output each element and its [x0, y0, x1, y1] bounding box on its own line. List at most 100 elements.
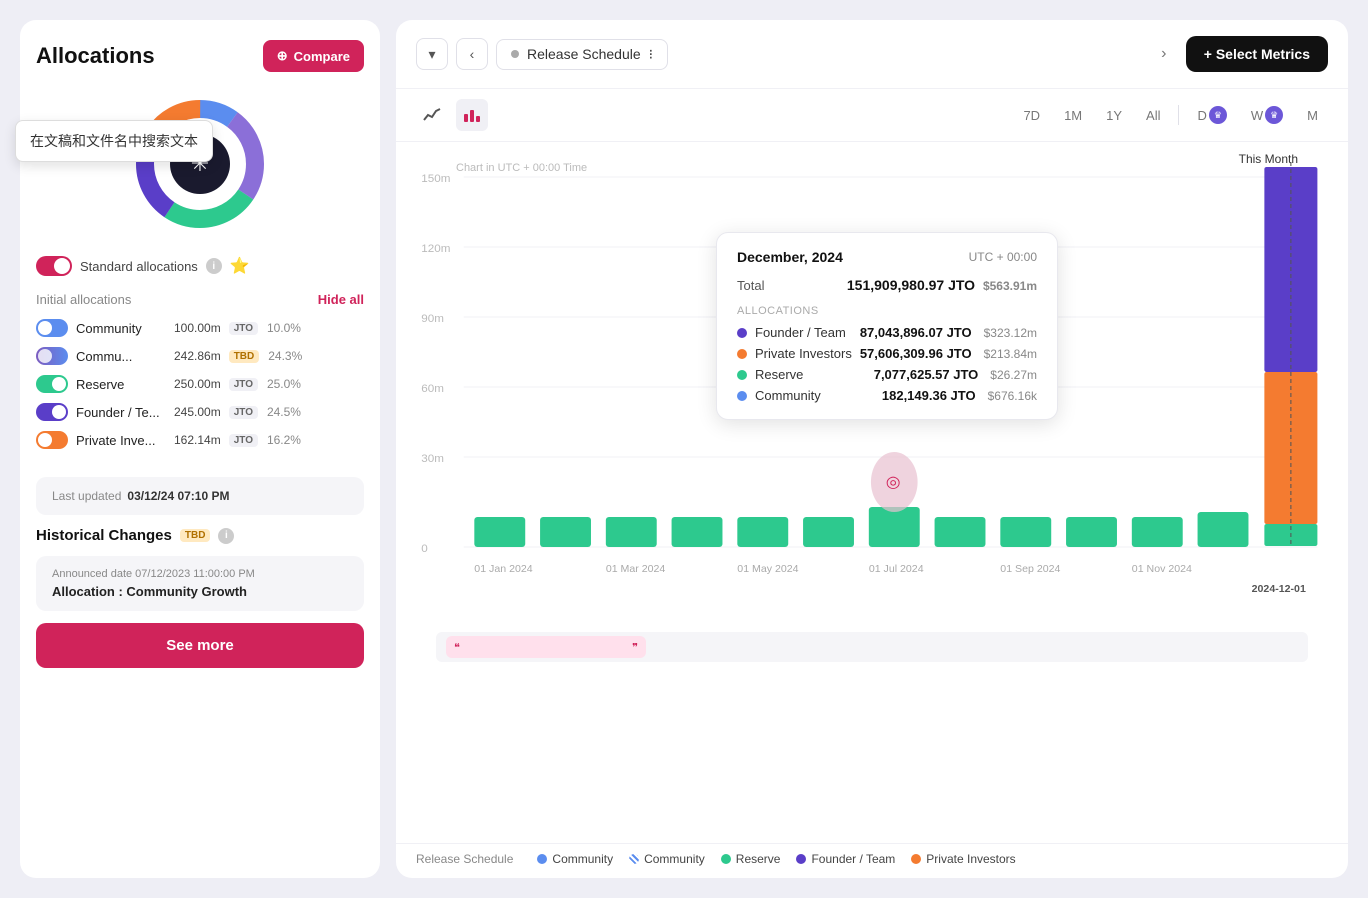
legend-item-reserve: Reserve	[721, 852, 781, 866]
tooltip-alloc-header: Allocations	[737, 305, 1037, 317]
private-dot	[737, 349, 747, 359]
tooltip-alloc-list: Founder / Team 87,043,896.07 JTO $323.12…	[737, 325, 1037, 403]
tooltip-date: December, 2024	[737, 249, 843, 265]
std-alloc-star: ⭐	[230, 256, 250, 276]
all-button[interactable]: All	[1136, 103, 1170, 128]
hide-all-button[interactable]: Hide all	[318, 292, 364, 307]
see-more-button[interactable]: See more	[36, 623, 364, 668]
std-alloc-toggle[interactable]	[36, 256, 72, 276]
std-alloc-info-icon: i	[206, 258, 222, 274]
private-toggle[interactable]	[36, 431, 68, 449]
legend-item-founder: Founder / Team	[796, 852, 895, 866]
donut-chart-area: ✳	[36, 84, 364, 244]
hist-date: Announced date 07/12/2023 11:00:00 PM	[52, 568, 348, 580]
community-dot	[737, 391, 747, 401]
alloc-item-founder: Founder / Te... 245.00m JTO 24.5%	[36, 403, 364, 421]
founder-toggle[interactable]	[36, 403, 68, 421]
founder-name: Founder / Te...	[76, 405, 166, 420]
7d-button[interactable]: 7D	[1013, 103, 1050, 128]
w-crown-button[interactable]: W ♛	[1241, 101, 1293, 129]
svg-text:90m: 90m	[421, 313, 444, 325]
founder-pct: 24.5%	[266, 405, 301, 419]
m-button[interactable]: M	[1297, 103, 1328, 128]
w-crown-badge: ♛	[1265, 106, 1283, 124]
scroll-left-handle[interactable]: ❝	[454, 641, 460, 654]
svg-text:01 May 2024: 01 May 2024	[737, 564, 799, 575]
left-header: Allocations ⊕ Compare	[36, 40, 364, 72]
d-crown-badge: ♛	[1209, 106, 1227, 124]
chart-tooltip: December, 2024 UTC + 00:00 Total 151,909…	[716, 232, 1058, 420]
commu-tbd-pct: 24.3%	[267, 349, 302, 363]
chart-controls: 7D 1M 1Y All D ♛ W ♛ M	[396, 89, 1348, 142]
community-token: JTO	[229, 322, 258, 335]
top-bar: ▾ ‹ Release Schedule ⁝ › + Select Metric…	[396, 20, 1348, 89]
last-updated-box: Last updated 03/12/24 07:10 PM	[36, 477, 364, 515]
private-name: Private Inve...	[76, 433, 166, 448]
chart-legend: Release Schedule Community Community Res…	[396, 843, 1348, 878]
left-panel: Allocations ⊕ Compare 在文稿和文件名中搜索文本	[20, 20, 380, 878]
tooltip-item-founder: Founder / Team 87,043,896.07 JTO $323.12…	[737, 325, 1037, 340]
historical-info-icon: i	[218, 528, 234, 544]
historical-tbd-badge: TBD	[180, 529, 211, 542]
select-metrics-button[interactable]: + Select Metrics	[1186, 36, 1328, 72]
compare-button[interactable]: ⊕ Compare	[263, 40, 364, 72]
bar-chart-button[interactable]	[456, 99, 488, 131]
community-toggle[interactable]	[36, 319, 68, 337]
commu-tbd-toggle[interactable]	[36, 347, 68, 365]
founder-dot	[737, 328, 747, 338]
svg-text:60m: 60m	[421, 383, 444, 395]
svg-text:01 Jul 2024: 01 Jul 2024	[869, 564, 924, 575]
legend-reserve-dot	[721, 854, 731, 864]
tooltip-total-label: Total	[737, 278, 764, 293]
legend-private-dot	[911, 854, 921, 864]
donut-chart: ✳	[130, 94, 270, 234]
svg-text:30m: 30m	[421, 453, 444, 465]
legend-community-solid-dot	[537, 854, 547, 864]
allocation-list: Community 100.00m JTO 10.0% Commu... 242…	[36, 319, 364, 449]
legend-item-community-solid: Community	[537, 852, 613, 866]
scroll-right-handle[interactable]: ❞	[632, 641, 638, 654]
legend-label: Release Schedule	[416, 852, 513, 866]
line-chart-button[interactable]	[416, 99, 448, 131]
chart-scroll-area[interactable]: ❝ ❞	[436, 632, 1308, 662]
alloc-item-private: Private Inve... 162.14m JTO 16.2%	[36, 431, 364, 449]
historical-changes-header: Historical Changes TBD i	[36, 527, 364, 544]
schedule-colon: ⁝	[649, 46, 653, 63]
private-amount: 162.14m	[174, 433, 221, 447]
reserve-name: Reserve	[76, 377, 166, 392]
svg-text:01 Jan 2024: 01 Jan 2024	[474, 564, 533, 575]
private-pct: 16.2%	[266, 433, 301, 447]
tooltip-total-value: 151,909,980.97 JTO $563.91m	[847, 277, 1037, 293]
schedule-dot	[511, 50, 519, 58]
schedule-pill[interactable]: Release Schedule ⁝	[496, 39, 668, 70]
tooltip-item-reserve: Reserve 7,077,625.57 JTO $26.27m	[737, 367, 1037, 382]
legend-item-community-striped: Community	[629, 852, 705, 866]
commu-tbd-badge: TBD	[229, 350, 260, 363]
dropdown-button[interactable]: ▾	[416, 38, 448, 70]
initial-alloc-header: Initial allocations Hide all	[36, 292, 364, 307]
community-name: Community	[76, 321, 166, 336]
reserve-pct: 25.0%	[266, 377, 301, 391]
tooltip-item-private: Private Investors 57,606,309.96 JTO $213…	[737, 346, 1037, 361]
community-pct: 10.0%	[266, 321, 301, 335]
1m-button[interactable]: 1M	[1054, 103, 1092, 128]
standard-allocations-row: Standard allocations i ⭐	[36, 256, 364, 276]
alloc-item-reserve: Reserve 250.00m JTO 25.0%	[36, 375, 364, 393]
reserve-dot	[737, 370, 747, 380]
svg-text:01 Nov 2024: 01 Nov 2024	[1132, 564, 1192, 575]
page-title: Allocations	[36, 43, 155, 69]
1y-button[interactable]: 1Y	[1096, 103, 1132, 128]
next-arrow-button[interactable]: ›	[1150, 40, 1178, 68]
legend-founder-dot	[796, 854, 806, 864]
prev-button[interactable]: ‹	[456, 38, 488, 70]
scroll-thumb[interactable]: ❝ ❞	[446, 636, 646, 658]
svg-text:01 Mar 2024: 01 Mar 2024	[606, 564, 666, 575]
legend-item-private: Private Investors	[911, 852, 1015, 866]
reserve-toggle[interactable]	[36, 375, 68, 393]
founder-amount: 245.00m	[174, 405, 221, 419]
tooltip-header: December, 2024 UTC + 00:00	[737, 249, 1037, 265]
svg-text:2024-12-01: 2024-12-01	[1252, 584, 1306, 595]
d-crown-button[interactable]: D ♛	[1187, 101, 1236, 129]
private-token: JTO	[229, 434, 258, 447]
search-tooltip: 在文稿和文件名中搜索文本	[15, 120, 213, 162]
